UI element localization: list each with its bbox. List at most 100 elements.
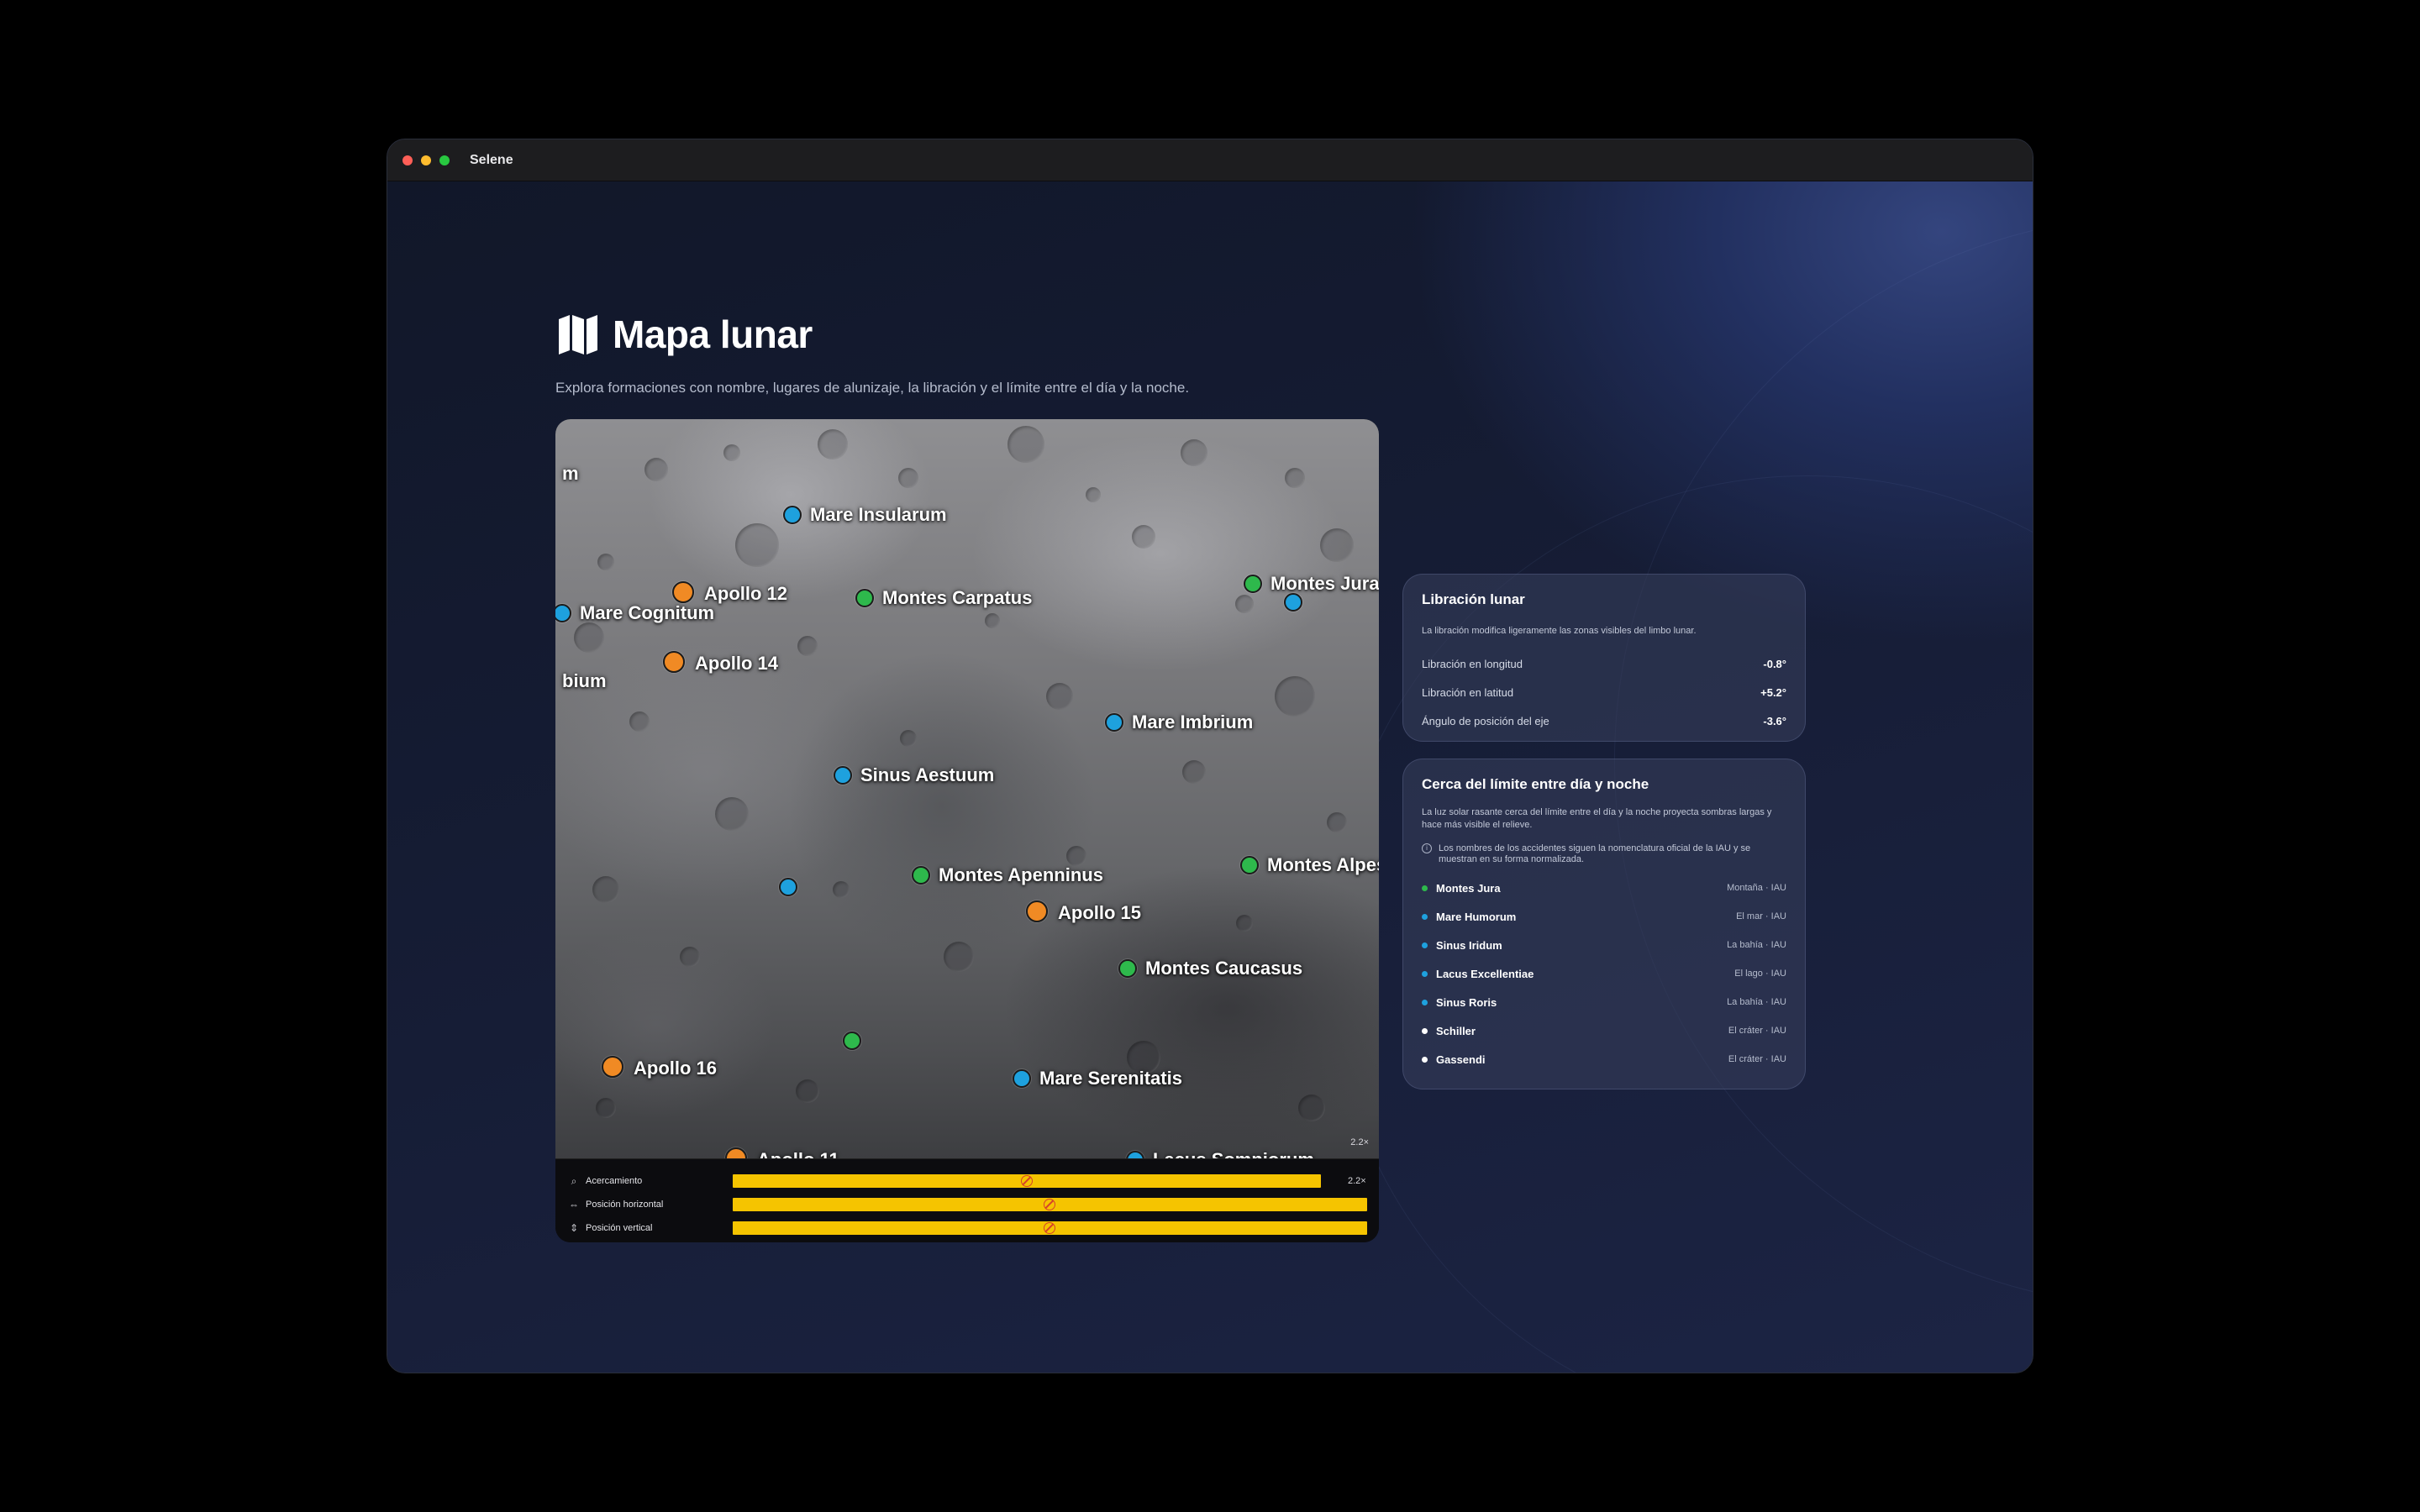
marker-label: Apollo 16 (634, 1058, 718, 1079)
marker-dot[interactable] (1284, 593, 1302, 612)
map-marker-mare-serenitatis[interactable]: Mare Serenitatis (1013, 1068, 1182, 1089)
zoom-slider-thumb[interactable] (1021, 1175, 1033, 1187)
vertical-slider-thumb[interactable] (1044, 1222, 1056, 1234)
map-marker-montes-jura[interactable]: Montes Jura (1244, 573, 1379, 595)
feature-type: El cráter · IAU (1728, 1054, 1786, 1064)
feature-item-sinus-roris[interactable]: Sinus Roris La bahía · IAU (1422, 988, 1786, 1016)
feature-item-gassendi[interactable]: Gassendi El cráter · IAU (1422, 1045, 1786, 1074)
marker-dot[interactable] (1013, 1069, 1031, 1088)
libration-latitude-label: Libración en latitud (1422, 685, 1514, 699)
feature-item-montes-jura[interactable]: Montes Jura Montaña · IAU (1422, 874, 1786, 902)
zoom-slider[interactable] (733, 1174, 1321, 1188)
crater-texture (1298, 1095, 1325, 1121)
feature-type: Montaña · IAU (1727, 883, 1786, 893)
crater-texture (1182, 760, 1206, 784)
crater-texture (680, 947, 700, 967)
marker-label: bium (562, 670, 607, 691)
marker-dot[interactable] (843, 1032, 861, 1050)
crater-texture (898, 468, 918, 488)
zoom-window-button[interactable] (439, 155, 450, 165)
terminator-title: Cerca del límite entre día y noche (1422, 776, 1649, 792)
map-marker-unlabeled[interactable] (843, 1032, 861, 1050)
map-marker-unlabeled[interactable] (779, 878, 797, 896)
libration-row: Libración en longitud -0.8° (1422, 649, 1786, 678)
crater-texture (796, 1079, 819, 1103)
crater-texture (1327, 812, 1347, 832)
marker-dot[interactable] (783, 506, 802, 524)
marker-dot[interactable] (779, 878, 797, 896)
marker-label: Apollo 15 (1058, 902, 1142, 923)
map-marker-unlabeled[interactable] (1284, 593, 1302, 612)
feature-item-schiller[interactable]: Schiller El cráter · IAU (1422, 1016, 1786, 1045)
marker-label: Sinus Aestuum (860, 764, 995, 785)
crater-texture (985, 613, 1000, 628)
marker-label: Mare Serenitatis (1039, 1068, 1182, 1089)
libration-longitude-value: -0.8° (1763, 657, 1786, 670)
feature-item-sinus-iridum[interactable]: Sinus Iridum La bahía · IAU (1422, 931, 1786, 959)
feature-item-lacus-excellentiae[interactable]: Lacus Excellentiae El lago · IAU (1422, 959, 1786, 988)
vertical-position-control: ⇕ Posición vertical (567, 1216, 1367, 1240)
marker-dot[interactable] (672, 581, 694, 603)
marker-dot[interactable] (725, 1147, 747, 1158)
marker-label: Montes Jura (1270, 573, 1379, 594)
marker-dot[interactable] (1026, 900, 1048, 922)
feature-list: Montes Jura Montaña · IAU Mare Humorum El m… (1422, 874, 1786, 1074)
axis-angle-value: -3.6° (1763, 714, 1786, 727)
libration-panel: Libración lunar La libración modifica li… (1402, 574, 1806, 742)
map-marker-sinus-aestuum[interactable]: Sinus Aestuum (834, 764, 994, 786)
feature-color-dot (1422, 942, 1428, 948)
iau-note-text: Los nombres de los accidentes siguen la … (1439, 843, 1751, 864)
marker-dot[interactable] (1105, 713, 1123, 732)
map-marker-montes-alpes[interactable]: Montes Alpes (1240, 854, 1379, 876)
map-marker-mare-imbrium[interactable]: Mare Imbrium (1105, 711, 1253, 733)
map-marker-mare-insularum[interactable]: Mare Insularum (783, 504, 947, 526)
crater-texture (1066, 846, 1086, 866)
map-marker-m[interactable]: m (555, 463, 579, 485)
map-marker-montes-carpatus[interactable]: Montes Carpatus (855, 587, 1032, 609)
map-marker-apollo-14[interactable]: Apollo 14 (663, 651, 779, 675)
vertical-position-label: Posición vertical (585, 1223, 653, 1233)
feature-item-mare-humorum[interactable]: Mare Humorum El mar · IAU (1422, 902, 1786, 931)
marker-dot[interactable] (912, 866, 930, 885)
map-marker-lacus-somniorum[interactable]: Lacus Somniorum (1126, 1149, 1314, 1158)
close-window-button[interactable] (402, 155, 413, 165)
horizontal-position-slider[interactable] (732, 1198, 1367, 1211)
marker-dot[interactable] (1126, 1151, 1144, 1158)
marker-label: Lacus Somniorum (1153, 1149, 1314, 1158)
feature-color-dot (1422, 913, 1428, 920)
horizontal-slider-thumb[interactable] (1044, 1199, 1056, 1210)
marker-dot[interactable] (855, 589, 874, 607)
terminator-description: La luz solar rasante cerca del límite en… (1422, 807, 1772, 830)
crater-texture (1086, 487, 1101, 502)
map-marker-montes-apenninus[interactable]: Montes Apenninus (912, 864, 1103, 886)
map-marker-montes-caucasus[interactable]: Montes Caucasus (1118, 958, 1302, 979)
crater-texture (944, 942, 974, 972)
info-icon: i (1422, 843, 1432, 853)
marker-dot[interactable] (602, 1056, 623, 1078)
marker-label: Apollo 14 (695, 653, 779, 674)
map-marker-apollo-15[interactable]: Apollo 15 (1026, 900, 1142, 924)
title-bar: Selene (387, 139, 2033, 181)
map-marker-bium[interactable]: bium (555, 670, 607, 692)
marker-dot[interactable] (663, 651, 685, 673)
marker-dot[interactable] (834, 766, 852, 785)
map-marker-mare-cognitum[interactable]: Mare Cognitum (555, 602, 714, 624)
axis-angle-label: Ángulo de posición del eje (1422, 714, 1549, 727)
feature-color-dot (1422, 999, 1428, 1005)
crater-texture (1046, 683, 1073, 710)
moon-surface-map[interactable]: m Mare Insularum Apollo 12 Montes Carpatus M… (555, 419, 1379, 1158)
libration-title: Libración lunar (1422, 591, 1525, 607)
crater-texture (592, 876, 619, 903)
marker-dot[interactable] (1244, 575, 1262, 593)
map-marker-apollo-16[interactable]: Apollo 16 (602, 1056, 718, 1079)
marker-dot[interactable] (1240, 856, 1259, 874)
vertical-position-slider[interactable] (732, 1221, 1367, 1235)
minimize-window-button[interactable] (421, 155, 431, 165)
page-subtitle: Explora formaciones con nombre, lugares … (555, 380, 1190, 396)
main-content: Mapa lunar Explora formaciones con nombr… (387, 181, 2033, 1373)
feature-name: Schiller (1436, 1024, 1476, 1037)
marker-label: Mare Cognitum (580, 602, 715, 623)
marker-dot[interactable] (1118, 959, 1137, 978)
marker-dot[interactable] (555, 604, 571, 622)
map-marker-apollo-11[interactable]: Apollo 11 (725, 1147, 839, 1158)
